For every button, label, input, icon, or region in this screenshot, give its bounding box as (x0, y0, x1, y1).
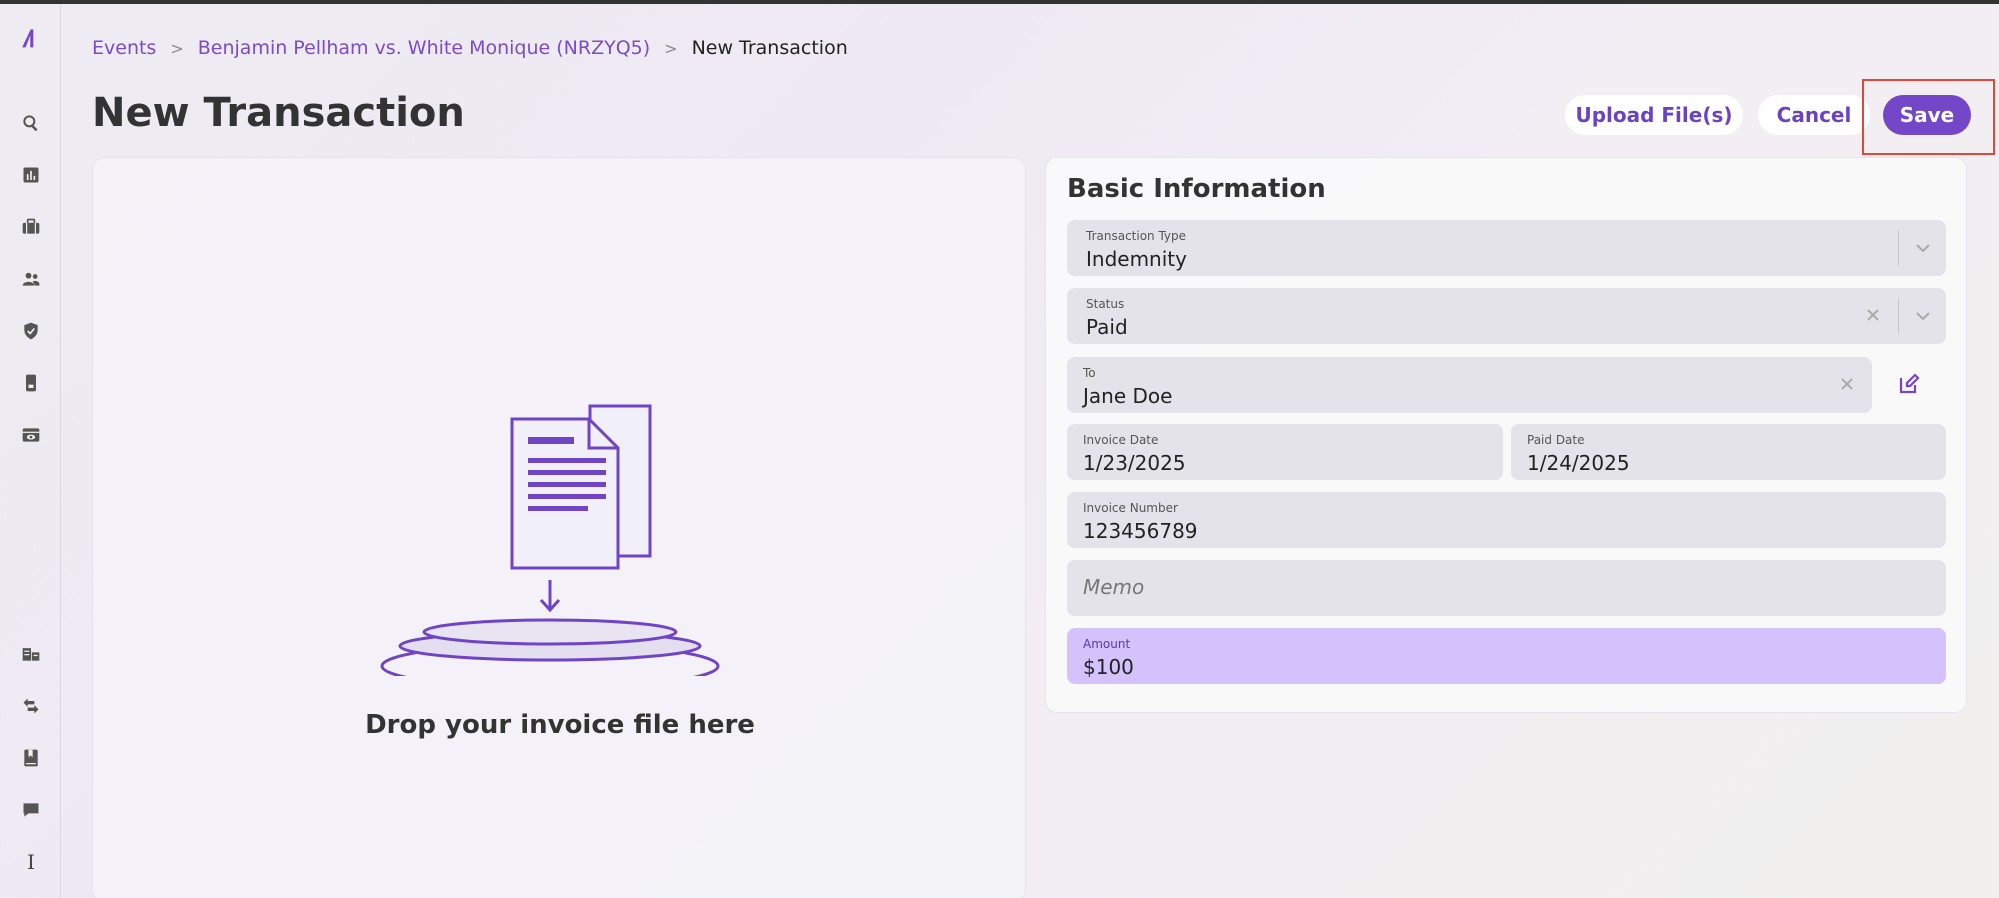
field-label: Invoice Number (1083, 501, 1178, 515)
book-icon[interactable] (19, 746, 43, 770)
field-value: Indemnity (1086, 247, 1187, 271)
field-value: 1/23/2025 (1083, 451, 1186, 475)
breadcrumb-current: New Transaction (691, 37, 848, 59)
file-dropzone[interactable]: Drop your invoice file here (92, 157, 1026, 898)
search-icon[interactable] (19, 111, 43, 135)
paid-date-field[interactable]: Paid Date 1/24/2025 (1511, 424, 1946, 480)
shield-icon[interactable] (19, 319, 43, 343)
field-value: Paid (1086, 315, 1128, 339)
chart-icon[interactable] (19, 163, 43, 187)
chevron-down-icon[interactable] (1912, 305, 1934, 327)
field-label: Paid Date (1527, 433, 1585, 447)
to-field[interactable]: To Jane Doe (1067, 357, 1872, 413)
field-label: To (1083, 366, 1096, 380)
clear-icon[interactable] (1837, 374, 1857, 394)
save-button[interactable]: Save (1883, 95, 1971, 135)
invoice-number-field[interactable]: Invoice Number 123456789 (1067, 492, 1946, 548)
breadcrumb-case[interactable]: Benjamin Pellham vs. White Monique (NRZY… (198, 37, 650, 59)
chat-icon[interactable] (19, 798, 43, 822)
invoice-drop-illustration (378, 396, 728, 690)
field-label: Transaction Type (1086, 229, 1187, 243)
eye-card-icon[interactable] (19, 423, 43, 447)
breadcrumb-events[interactable]: Events (92, 37, 156, 59)
top-bar (0, 0, 1999, 4)
field-label: Status (1086, 297, 1125, 311)
upload-files-button[interactable]: Upload File(s) (1565, 95, 1743, 135)
field-value: Jane Doe (1083, 384, 1173, 408)
building-icon[interactable] (19, 642, 43, 666)
edit-icon[interactable] (1897, 372, 1921, 396)
divider (1898, 230, 1899, 266)
invoice-date-field[interactable]: Invoice Date 1/23/2025 (1067, 424, 1503, 480)
breadcrumb: Events > Benjamin Pellham vs. White Moni… (92, 36, 848, 60)
briefcase-icon[interactable] (19, 215, 43, 239)
breadcrumb-separator: > (664, 38, 678, 58)
logo-icon[interactable] (17, 26, 41, 50)
chevron-down-icon[interactable] (1912, 237, 1934, 259)
page-title: New Transaction (92, 90, 465, 136)
memo-placeholder: Memo (1083, 575, 1145, 599)
transaction-type-select[interactable]: Transaction Type Indemnity (1067, 220, 1946, 276)
cancel-button[interactable]: Cancel (1758, 95, 1870, 135)
users-icon[interactable] (19, 267, 43, 291)
field-value: 123456789 (1083, 519, 1198, 543)
clear-icon[interactable] (1863, 305, 1883, 325)
breadcrumb-separator: > (170, 38, 184, 58)
field-value: $100 (1083, 655, 1134, 679)
divider (1898, 298, 1899, 334)
field-label: Invoice Date (1083, 433, 1159, 447)
text-cursor-icon[interactable]: I (19, 850, 43, 874)
device-icon[interactable] (19, 371, 43, 395)
field-value: 1/24/2025 (1527, 451, 1630, 475)
form-title: Basic Information (1067, 174, 1326, 204)
transfer-icon[interactable] (19, 694, 43, 718)
status-select[interactable]: Status Paid (1067, 288, 1946, 344)
amount-field[interactable]: Amount $100 (1067, 628, 1946, 684)
basic-information-panel: Basic Information Transaction Type Indem… (1045, 157, 1967, 713)
dropzone-text: Drop your invoice file here (365, 710, 755, 740)
memo-field[interactable]: Memo (1067, 560, 1946, 616)
sidebar: I (0, 4, 61, 898)
field-label: Amount (1083, 637, 1131, 651)
